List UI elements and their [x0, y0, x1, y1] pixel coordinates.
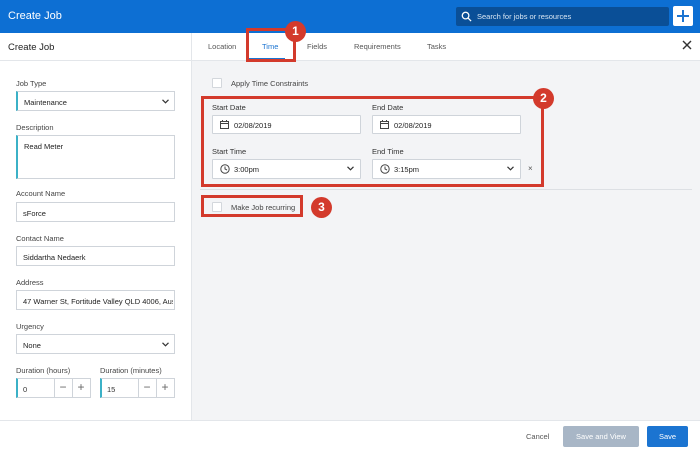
- step-badge-1: 1: [285, 21, 306, 42]
- address-label: Address: [16, 278, 44, 287]
- urgency-label: Urgency: [16, 322, 44, 331]
- increment-hours-button[interactable]: +: [72, 379, 89, 397]
- step-badge-2: 2: [533, 88, 554, 109]
- contact-name-value: Siddartha Nedaerk: [23, 253, 86, 262]
- duration-minutes-stepper[interactable]: 15 − +: [100, 378, 175, 398]
- sidebar-title: Create Job: [8, 42, 55, 53]
- contact-name-field[interactable]: Siddartha Nedaerk: [16, 246, 175, 266]
- cancel-button[interactable]: Cancel: [526, 432, 549, 441]
- increment-minutes-button[interactable]: +: [156, 379, 173, 397]
- footer: Cancel Save and View Save: [0, 420, 700, 451]
- decrement-minutes-button[interactable]: −: [138, 379, 155, 397]
- top-bar: Create Job Search for jobs or resources: [0, 0, 700, 33]
- chevron-down-icon: [162, 99, 169, 104]
- job-type-label: Job Type: [16, 79, 47, 88]
- urgency-select[interactable]: None: [16, 334, 175, 354]
- chevron-down-icon: [162, 342, 169, 347]
- tab-requirements[interactable]: Requirements: [354, 42, 401, 51]
- step-badge-3: 3: [311, 197, 332, 218]
- job-type-value: Maintenance: [24, 98, 67, 107]
- address-value: 47 Warner St, Fortitude Valley QLD 4006,…: [23, 297, 173, 306]
- tab-fields[interactable]: Fields: [307, 42, 327, 51]
- app-title: Create Job: [8, 10, 62, 22]
- duration-hours-stepper[interactable]: 0 − +: [16, 378, 91, 398]
- address-field[interactable]: 47 Warner St, Fortitude Valley QLD 4006,…: [16, 290, 175, 310]
- search-icon: [461, 11, 472, 22]
- duration-hours-value: 0: [23, 385, 28, 394]
- highlight-box-recurring: [201, 195, 303, 217]
- sidebar-header: Create Job: [0, 33, 191, 61]
- divider: [200, 189, 692, 190]
- job-form-sidebar: Create Job Job Type Maintenance Descript…: [0, 33, 192, 420]
- account-name-label: Account Name: [16, 189, 66, 198]
- decrement-hours-button[interactable]: −: [54, 379, 71, 397]
- save-button[interactable]: Save: [647, 426, 688, 447]
- highlight-box-date-time: [201, 96, 544, 187]
- urgency-value: None: [23, 341, 41, 350]
- plus-icon: [677, 10, 689, 22]
- account-name-value: sForce: [23, 209, 46, 218]
- description-field[interactable]: Read Meter: [16, 135, 175, 179]
- job-type-select[interactable]: Maintenance: [16, 91, 175, 111]
- description-value: Read Meter: [24, 142, 64, 151]
- tab-tasks[interactable]: Tasks: [427, 42, 446, 51]
- search-placeholder: Search for jobs or resources: [477, 12, 572, 21]
- apply-time-constraints-label: Apply Time Constraints: [231, 79, 309, 88]
- search-input[interactable]: Search for jobs or resources: [456, 7, 669, 26]
- save-and-view-button[interactable]: Save and View: [563, 426, 639, 447]
- account-name-field[interactable]: sForce: [16, 202, 175, 222]
- close-icon[interactable]: [682, 40, 692, 50]
- contact-name-label: Contact Name: [16, 234, 64, 243]
- apply-time-constraints-checkbox[interactable]: [212, 78, 222, 88]
- add-button[interactable]: [673, 6, 693, 26]
- duration-minutes-value: 15: [107, 385, 116, 394]
- description-label: Description: [16, 123, 54, 132]
- tab-location[interactable]: Location: [208, 42, 236, 51]
- duration-minutes-label: Duration (minutes): [100, 366, 162, 375]
- duration-hours-label: Duration (hours): [16, 366, 71, 375]
- main-panel: Location Time Fields Requirements Tasks …: [192, 33, 700, 420]
